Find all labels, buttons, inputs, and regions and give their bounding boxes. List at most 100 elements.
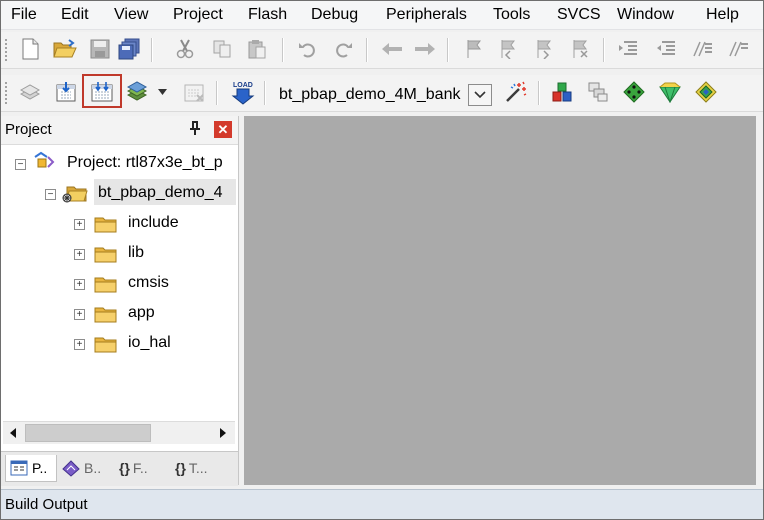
tab-books[interactable]: B.. — [61, 455, 115, 481]
tab-project[interactable]: P.. — [5, 455, 57, 482]
folder-icon — [94, 215, 117, 233]
menu-edit[interactable]: Edit — [61, 5, 89, 25]
save-icon[interactable] — [87, 36, 113, 62]
folder-icon — [94, 245, 117, 263]
open-folder-icon[interactable] — [52, 36, 78, 62]
target-selector[interactable]: bt_pbap_demo_4M_bank — [271, 84, 493, 106]
batch-build-icon[interactable] — [125, 79, 151, 105]
toolbar-grip[interactable] — [4, 81, 8, 105]
uncomment-selection-icon[interactable] — [725, 36, 751, 62]
build-output-panel: Build Output — [1, 489, 763, 519]
cut-icon[interactable] — [172, 36, 198, 62]
project-panel-title: Project — [5, 121, 52, 138]
books-tab-icon — [62, 460, 80, 477]
insert-bookmark-icon[interactable] — [461, 36, 487, 62]
menu-file[interactable]: File — [11, 5, 37, 25]
scroll-right-button[interactable] — [213, 423, 233, 443]
braces-icon: {} — [119, 460, 130, 476]
unindent-icon[interactable] — [653, 36, 679, 62]
new-file-icon[interactable] — [17, 36, 43, 62]
tab-books-label: B.. — [84, 460, 102, 476]
group-include[interactable]: include — [128, 211, 179, 235]
target-label[interactable]: bt_pbap_demo_4 — [98, 181, 223, 205]
toolbar-grip[interactable] — [4, 38, 8, 62]
redo-icon[interactable] — [330, 36, 356, 62]
menu-help[interactable]: Help — [706, 5, 739, 25]
editor-area[interactable] — [244, 116, 756, 485]
build-icon[interactable] — [53, 79, 79, 105]
scrollbar-thumb[interactable] — [25, 424, 151, 442]
target-dropdown-button[interactable] — [468, 84, 492, 106]
stop-build-icon[interactable] — [181, 79, 207, 105]
template-braces-icon: {} — [175, 460, 186, 476]
menu-tools[interactable]: Tools — [493, 5, 530, 25]
collapse-target-toggle[interactable]: − — [45, 189, 56, 200]
pack-installer-icon[interactable] — [657, 79, 683, 105]
pin-icon[interactable] — [187, 120, 203, 136]
navigate-forward-icon[interactable] — [412, 36, 438, 62]
menu-peripherals[interactable]: Peripherals — [386, 5, 467, 25]
save-all-icon[interactable] — [116, 36, 142, 62]
undo-icon[interactable] — [295, 36, 321, 62]
build-output-title: Build Output — [5, 496, 88, 513]
folder-icon — [94, 305, 117, 323]
menu-svcs[interactable]: SVCS — [557, 5, 601, 25]
next-bookmark-icon[interactable] — [531, 36, 557, 62]
arrow-left-icon — [10, 428, 16, 438]
previous-bookmark-icon[interactable] — [495, 36, 521, 62]
chevron-down-icon[interactable] — [153, 79, 171, 105]
target-folder-icon — [61, 183, 88, 203]
ide-window: File Edit View Project Flash Debug Perip… — [0, 0, 764, 520]
manage-run-time-environment-icon[interactable] — [621, 79, 647, 105]
highlighted-rebuild-button-frame — [82, 74, 122, 108]
menu-window[interactable]: Window — [617, 5, 674, 25]
comment-selection-icon[interactable] — [689, 36, 715, 62]
group-io-hal[interactable]: io_hal — [128, 331, 171, 355]
expand-group-toggle[interactable]: + — [74, 339, 85, 350]
target-options-wand-icon[interactable] — [503, 79, 529, 105]
project-tab-icon — [10, 460, 28, 476]
project-panel: Project ✕ − Project: rtl87x3e_bt_p − bt_… — [1, 116, 239, 486]
chevron-down-icon — [474, 91, 486, 99]
tab-project-label: P.. — [32, 460, 48, 476]
tab-functions[interactable]: {} F.. — [119, 455, 171, 481]
tab-functions-label: F.. — [132, 460, 148, 476]
horizontal-scrollbar[interactable] — [3, 421, 235, 444]
software-components-icon[interactable] — [693, 79, 719, 105]
project-root-icon — [32, 151, 55, 168]
select-packs-icon[interactable] — [585, 79, 611, 105]
scroll-left-button[interactable] — [3, 423, 23, 443]
collapse-root-toggle[interactable]: − — [15, 159, 26, 170]
copy-icon[interactable] — [209, 36, 235, 62]
file-toolbar — [1, 32, 763, 69]
menu-project[interactable]: Project — [173, 5, 223, 25]
indent-icon[interactable] — [615, 36, 641, 62]
menu-flash[interactable]: Flash — [248, 5, 287, 25]
arrow-right-icon — [220, 428, 226, 438]
menu-view[interactable]: View — [114, 5, 148, 25]
folder-icon — [94, 335, 117, 353]
menu-bar: File Edit View Project Flash Debug Perip… — [1, 1, 763, 30]
expand-group-toggle[interactable]: + — [74, 279, 85, 290]
translate-icon[interactable] — [17, 79, 43, 105]
group-cmsis[interactable]: cmsis — [128, 271, 169, 295]
close-icon[interactable]: ✕ — [214, 121, 232, 138]
tab-templates[interactable]: {} T... — [175, 455, 233, 481]
expand-group-toggle[interactable]: + — [74, 309, 85, 320]
load-label: LOAD — [233, 82, 253, 89]
group-app[interactable]: app — [128, 301, 155, 325]
target-value: bt_pbap_demo_4M_bank — [279, 86, 461, 103]
project-panel-header: Project ✕ — [1, 116, 238, 145]
project-root-label[interactable]: Project: rtl87x3e_bt_p — [67, 151, 223, 175]
download-load-icon[interactable]: LOAD — [230, 79, 256, 105]
expand-group-toggle[interactable]: + — [74, 249, 85, 260]
clear-bookmarks-icon[interactable] — [567, 36, 593, 62]
folder-icon — [94, 275, 117, 293]
manage-project-items-icon[interactable] — [549, 79, 575, 105]
paste-icon[interactable] — [244, 36, 270, 62]
expand-group-toggle[interactable]: + — [74, 219, 85, 230]
tab-templates-label: T... — [188, 460, 208, 476]
group-lib[interactable]: lib — [128, 241, 144, 265]
menu-debug[interactable]: Debug — [311, 5, 358, 25]
navigate-back-icon[interactable] — [379, 36, 405, 62]
